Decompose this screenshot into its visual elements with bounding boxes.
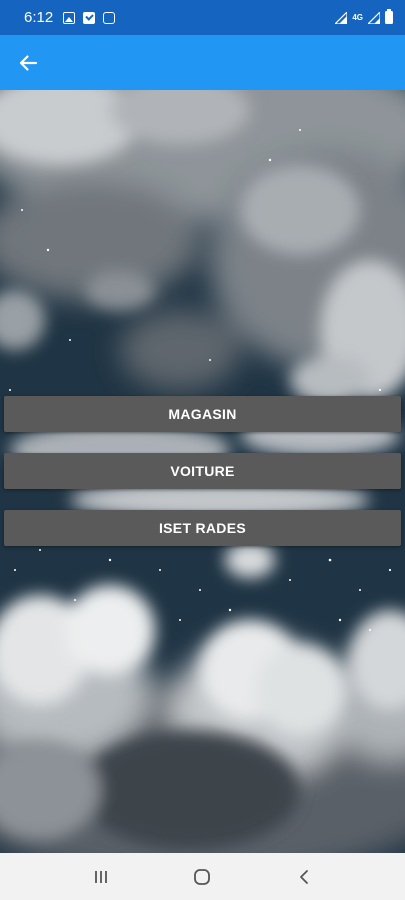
system-nav-bar bbox=[0, 853, 405, 900]
home-button[interactable] bbox=[182, 862, 222, 892]
home-icon bbox=[194, 868, 211, 885]
status-left: 6:12 bbox=[24, 9, 116, 26]
status-bar: 6:12 4G bbox=[0, 0, 405, 35]
network-type-label: 4G bbox=[352, 12, 363, 22]
signal-icon bbox=[335, 11, 348, 24]
status-right: 4G bbox=[335, 9, 393, 24]
wifi-notification-icon bbox=[103, 11, 116, 24]
arrow-left-icon bbox=[19, 54, 38, 71]
recent-apps-button[interactable] bbox=[81, 862, 121, 892]
menu-buttons: MAGASIN VOITURE ISET RADES bbox=[4, 396, 401, 567]
signal-icon-2 bbox=[368, 11, 380, 24]
voiture-button[interactable]: VOITURE bbox=[4, 453, 401, 489]
magasin-button[interactable]: MAGASIN bbox=[4, 396, 401, 432]
back-icon bbox=[300, 869, 309, 884]
gallery-icon bbox=[63, 11, 76, 24]
iset-rades-button[interactable]: ISET RADES bbox=[4, 510, 401, 546]
checklist-icon bbox=[83, 11, 96, 24]
app-bar bbox=[0, 35, 405, 90]
battery-icon bbox=[385, 9, 393, 24]
recent-apps-icon bbox=[94, 870, 107, 883]
system-back-button[interactable] bbox=[284, 862, 324, 892]
status-time: 6:12 bbox=[24, 9, 54, 26]
back-button[interactable] bbox=[16, 51, 40, 75]
